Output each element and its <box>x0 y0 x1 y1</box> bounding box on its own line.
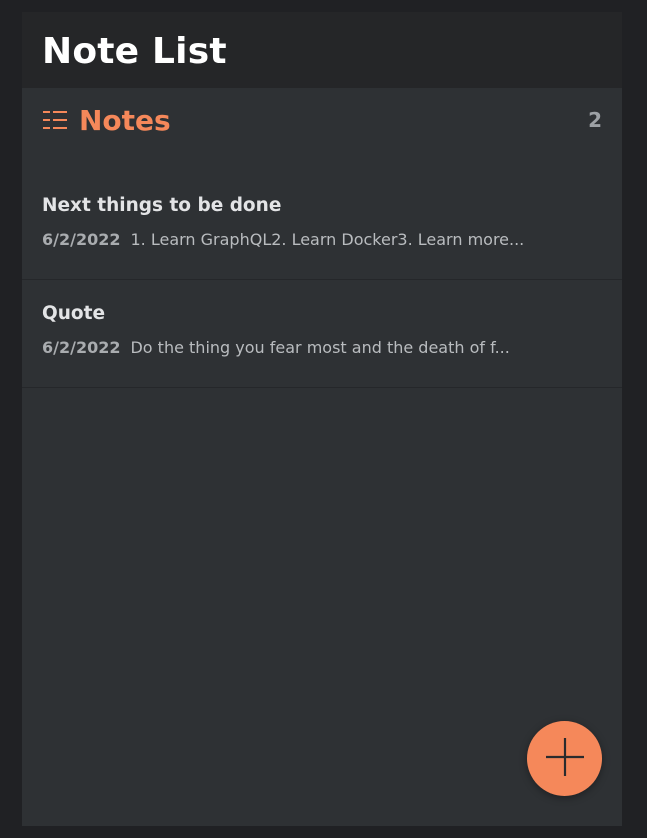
note-title: Quote <box>42 303 105 324</box>
note-preview: Do the thing you fear most and the death… <box>130 338 510 357</box>
list-icon <box>42 109 68 131</box>
notes-section-title: Notes <box>79 103 171 137</box>
note-date: 6/2/2022 <box>42 338 121 357</box>
note-list-item[interactable]: Next things to be done 6/2/2022 1. Learn… <box>22 172 622 280</box>
note-preview: 1. Learn GraphQL2. Learn Docker3. Learn … <box>130 230 525 249</box>
note-list: Next things to be done 6/2/2022 1. Learn… <box>22 172 622 388</box>
notes-section-header: Notes 2 <box>22 88 622 152</box>
note-list-app: Note List Notes 2 Next things to be done… <box>22 12 622 826</box>
note-meta: 6/2/2022 1. Learn GraphQL2. Learn Docker… <box>42 230 602 250</box>
add-note-button[interactable] <box>527 721 602 796</box>
note-title: Next things to be done <box>42 195 282 216</box>
note-date: 6/2/2022 <box>42 230 121 249</box>
plus-icon <box>545 737 585 781</box>
note-list-item[interactable]: Quote 6/2/2022 Do the thing you fear mos… <box>22 280 622 388</box>
app-header: Note List <box>22 12 622 88</box>
page-title: Note List <box>42 30 227 72</box>
note-meta: 6/2/2022 Do the thing you fear most and … <box>42 338 602 358</box>
notes-count-badge: 2 <box>588 108 602 132</box>
